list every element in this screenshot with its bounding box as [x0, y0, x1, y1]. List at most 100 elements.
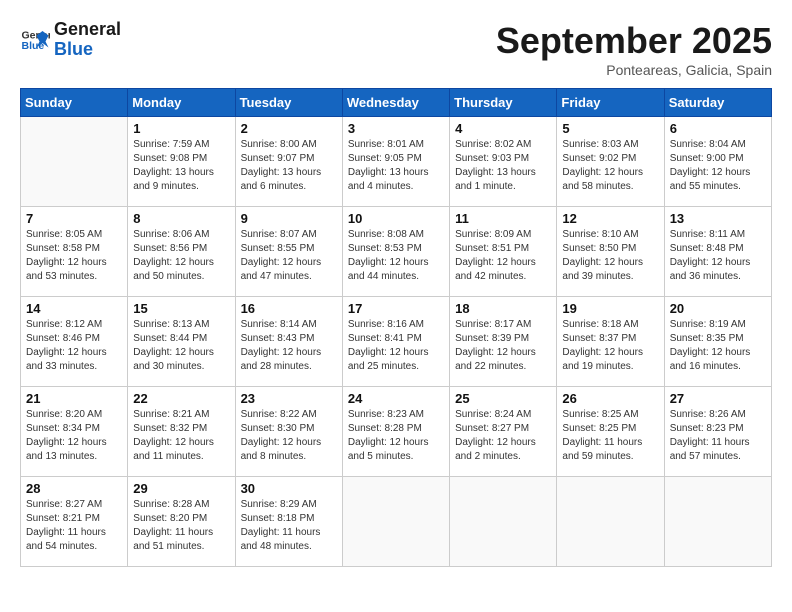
weekday-header-wednesday: Wednesday [342, 89, 449, 117]
day-info: Sunrise: 8:14 AM Sunset: 8:43 PM Dayligh… [241, 318, 337, 374]
calendar-cell: 20Sunrise: 8:19 AM Sunset: 8:35 PM Dayli… [664, 297, 771, 387]
calendar-cell: 24Sunrise: 8:23 AM Sunset: 8:28 PM Dayli… [342, 387, 449, 477]
day-info: Sunrise: 8:00 AM Sunset: 9:07 PM Dayligh… [241, 138, 337, 194]
day-info: Sunrise: 8:18 AM Sunset: 8:37 PM Dayligh… [562, 318, 658, 374]
day-number: 7 [26, 211, 122, 226]
day-info: Sunrise: 7:59 AM Sunset: 9:08 PM Dayligh… [133, 138, 229, 194]
weekday-header-saturday: Saturday [664, 89, 771, 117]
day-number: 6 [670, 121, 766, 136]
day-number: 19 [562, 301, 658, 316]
day-number: 23 [241, 391, 337, 406]
calendar-cell [450, 477, 557, 567]
location-subtitle: Ponteareas, Galicia, Spain [496, 62, 772, 78]
day-number: 12 [562, 211, 658, 226]
calendar-cell [664, 477, 771, 567]
day-info: Sunrise: 8:25 AM Sunset: 8:25 PM Dayligh… [562, 408, 658, 464]
day-info: Sunrise: 8:06 AM Sunset: 8:56 PM Dayligh… [133, 228, 229, 284]
day-info: Sunrise: 8:07 AM Sunset: 8:55 PM Dayligh… [241, 228, 337, 284]
calendar-week-row: 1 Sunrise: 7:59 AM Sunset: 9:08 PM Daylig… [21, 117, 772, 207]
logo-text-line2: Blue [54, 40, 121, 60]
weekday-header-thursday: Thursday [450, 89, 557, 117]
day-number: 30 [241, 481, 337, 496]
calendar-cell: 13 Sunrise: 8:11 AM Sunset: 8:48 PM Dayli… [664, 207, 771, 297]
calendar-cell: 22Sunrise: 8:21 AM Sunset: 8:32 PM Dayli… [128, 387, 235, 477]
day-info: Sunrise: 8:24 AM Sunset: 8:27 PM Dayligh… [455, 408, 551, 464]
weekday-header-sunday: Sunday [21, 89, 128, 117]
calendar-cell: 17 Sunrise: 8:16 AM Sunset: 8:41 PM Dayli… [342, 297, 449, 387]
calendar-cell: 8 Sunrise: 8:06 AM Sunset: 8:56 PM Daylig… [128, 207, 235, 297]
weekday-header-row: SundayMondayTuesdayWednesdayThursdayFrid… [21, 89, 772, 117]
day-number: 8 [133, 211, 229, 226]
calendar-cell: 11 Sunrise: 8:09 AM Sunset: 8:51 PM Dayli… [450, 207, 557, 297]
day-info: Sunrise: 8:13 AM Sunset: 8:44 PM Dayligh… [133, 318, 229, 374]
logo-blue-text: Blue [54, 39, 93, 59]
day-info: Sunrise: 8:10 AM Sunset: 8:50 PM Dayligh… [562, 228, 658, 284]
weekday-header-friday: Friday [557, 89, 664, 117]
calendar-cell: 4Sunrise: 8:02 AM Sunset: 9:03 PM Daylig… [450, 117, 557, 207]
day-info: Sunrise: 8:09 AM Sunset: 8:51 PM Dayligh… [455, 228, 551, 284]
day-info: Sunrise: 8:19 AM Sunset: 8:35 PM Dayligh… [670, 318, 766, 374]
day-number: 13 [670, 211, 766, 226]
day-info: Sunrise: 8:12 AM Sunset: 8:46 PM Dayligh… [26, 318, 122, 374]
calendar-cell: 21Sunrise: 8:20 AM Sunset: 8:34 PM Dayli… [21, 387, 128, 477]
day-info: Sunrise: 8:16 AM Sunset: 8:41 PM Dayligh… [348, 318, 444, 374]
calendar-cell: 3 Sunrise: 8:01 AM Sunset: 9:05 PM Daylig… [342, 117, 449, 207]
day-info: Sunrise: 8:23 AM Sunset: 8:28 PM Dayligh… [348, 408, 444, 464]
day-number: 9 [241, 211, 337, 226]
month-title: September 2025 [496, 20, 772, 62]
calendar-cell: 16Sunrise: 8:14 AM Sunset: 8:43 PM Dayli… [235, 297, 342, 387]
weekday-header-tuesday: Tuesday [235, 89, 342, 117]
day-info: Sunrise: 8:29 AM Sunset: 8:18 PM Dayligh… [241, 498, 337, 554]
calendar-table: SundayMondayTuesdayWednesdayThursdayFrid… [20, 88, 772, 567]
day-info: Sunrise: 8:01 AM Sunset: 9:05 PM Dayligh… [348, 138, 444, 194]
calendar-cell: 27 Sunrise: 8:26 AM Sunset: 8:23 PM Dayli… [664, 387, 771, 477]
calendar-cell: 23 Sunrise: 8:22 AM Sunset: 8:30 PM Dayli… [235, 387, 342, 477]
day-number: 4 [455, 121, 551, 136]
day-number: 1 [133, 121, 229, 136]
calendar-cell [21, 117, 128, 207]
day-number: 3 [348, 121, 444, 136]
day-info: Sunrise: 8:20 AM Sunset: 8:34 PM Dayligh… [26, 408, 122, 464]
day-info: Sunrise: 8:03 AM Sunset: 9:02 PM Dayligh… [562, 138, 658, 194]
day-number: 27 [670, 391, 766, 406]
day-number: 28 [26, 481, 122, 496]
calendar-cell: 19 Sunrise: 8:18 AM Sunset: 8:37 PM Dayli… [557, 297, 664, 387]
calendar-cell: 30 Sunrise: 8:29 AM Sunset: 8:18 PM Dayli… [235, 477, 342, 567]
calendar-cell: 26 Sunrise: 8:25 AM Sunset: 8:25 PM Dayli… [557, 387, 664, 477]
day-number: 14 [26, 301, 122, 316]
calendar-cell: 2 Sunrise: 8:00 AM Sunset: 9:07 PM Daylig… [235, 117, 342, 207]
calendar-cell: 28 Sunrise: 8:27 AM Sunset: 8:21 PM Dayli… [21, 477, 128, 567]
calendar-week-row: 14 Sunrise: 8:12 AM Sunset: 8:46 PM Dayli… [21, 297, 772, 387]
day-info: Sunrise: 8:04 AM Sunset: 9:00 PM Dayligh… [670, 138, 766, 194]
day-number: 18 [455, 301, 551, 316]
calendar-cell: 9 Sunrise: 8:07 AM Sunset: 8:55 PM Daylig… [235, 207, 342, 297]
day-info: Sunrise: 8:22 AM Sunset: 8:30 PM Dayligh… [241, 408, 337, 464]
calendar-week-row: 21Sunrise: 8:20 AM Sunset: 8:34 PM Dayli… [21, 387, 772, 477]
calendar-cell [342, 477, 449, 567]
calendar-cell: 14 Sunrise: 8:12 AM Sunset: 8:46 PM Dayli… [21, 297, 128, 387]
day-number: 11 [455, 211, 551, 226]
day-info: Sunrise: 8:11 AM Sunset: 8:48 PM Dayligh… [670, 228, 766, 284]
day-info: Sunrise: 8:17 AM Sunset: 8:39 PM Dayligh… [455, 318, 551, 374]
day-info: Sunrise: 8:05 AM Sunset: 8:58 PM Dayligh… [26, 228, 122, 284]
calendar-cell: 25Sunrise: 8:24 AM Sunset: 8:27 PM Dayli… [450, 387, 557, 477]
calendar-cell: 1 Sunrise: 7:59 AM Sunset: 9:08 PM Daylig… [128, 117, 235, 207]
logo-general: General [54, 19, 121, 39]
day-number: 2 [241, 121, 337, 136]
calendar-cell: 18 Sunrise: 8:17 AM Sunset: 8:39 PM Dayli… [450, 297, 557, 387]
title-area: September 2025 Ponteareas, Galicia, Spai… [496, 20, 772, 78]
day-info: Sunrise: 8:27 AM Sunset: 8:21 PM Dayligh… [26, 498, 122, 554]
logo-text-line1: General [54, 20, 121, 40]
day-info: Sunrise: 8:26 AM Sunset: 8:23 PM Dayligh… [670, 408, 766, 464]
calendar-cell: 6 Sunrise: 8:04 AM Sunset: 9:00 PM Daylig… [664, 117, 771, 207]
day-info: Sunrise: 8:08 AM Sunset: 8:53 PM Dayligh… [348, 228, 444, 284]
day-number: 17 [348, 301, 444, 316]
weekday-header-monday: Monday [128, 89, 235, 117]
calendar-cell: 7 Sunrise: 8:05 AM Sunset: 8:58 PM Daylig… [21, 207, 128, 297]
day-number: 26 [562, 391, 658, 406]
calendar-cell: 10Sunrise: 8:08 AM Sunset: 8:53 PM Dayli… [342, 207, 449, 297]
day-number: 15 [133, 301, 229, 316]
logo-icon: General Blue [20, 25, 50, 55]
calendar-cell: 5Sunrise: 8:03 AM Sunset: 9:02 PM Daylig… [557, 117, 664, 207]
calendar-cell [557, 477, 664, 567]
